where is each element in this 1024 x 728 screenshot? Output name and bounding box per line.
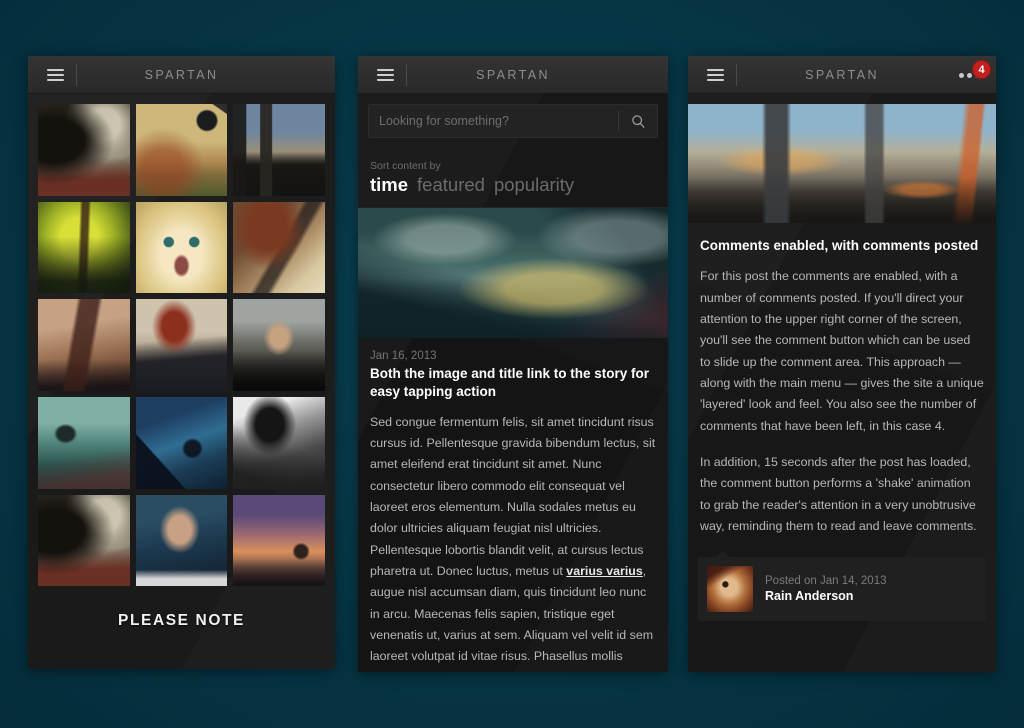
article-paragraph-2: In addition, 15 seconds after the post h… (700, 454, 977, 533)
sort-option-time[interactable]: time (370, 174, 408, 196)
redhead-warrior-girl-artwork (233, 201, 325, 294)
post-excerpt-part-1: Sed congue fermentum felis, sit amet tin… (370, 414, 656, 578)
article-panel: SPARTAN 4 Comments enabled, with comment… (688, 56, 996, 672)
author-card: Posted on Jan 14, 2013 Rain Anderson (698, 551, 986, 622)
article-body: Comments enabled, with comments posted F… (688, 223, 996, 537)
post-title-link[interactable]: Both the image and title link to the sto… (370, 365, 656, 401)
sort-label: Sort content by (370, 160, 441, 172)
avatar (707, 566, 753, 613)
sort-option-featured[interactable]: featured (417, 174, 485, 196)
post-hero-image[interactable] (358, 208, 668, 338)
feed-post: Jan 16, 2013 Both the image and title li… (358, 208, 668, 672)
post-excerpt-part-2: , augue nisl accumsan diam, quis tincidu… (370, 563, 654, 672)
sunset-shore-figure-artwork (233, 494, 325, 587)
article-hero-artwork (688, 104, 996, 223)
post-date: Jan 16, 2013 (370, 350, 437, 362)
gallery-thumbnail[interactable] (135, 299, 228, 392)
article-appbar: SPARTAN 4 (688, 56, 996, 94)
app-title: SPARTAN (476, 67, 550, 82)
post-excerpt: Sed congue fermentum felis, sit amet tin… (370, 412, 656, 672)
gallery-thumbnail[interactable] (233, 104, 325, 196)
appbar-divider (76, 63, 77, 86)
app-title: SPARTAN (144, 67, 219, 82)
black-white-portrait-artwork (233, 397, 325, 489)
hamburger-menu-icon[interactable] (366, 56, 404, 94)
gallery-thumbnail[interactable] (233, 201, 325, 294)
post-body: Jan 16, 2013 Both the image and title li… (358, 338, 668, 672)
gallery-thumbnail[interactable] (38, 104, 130, 196)
gallery-thumbnail[interactable] (233, 299, 325, 392)
autumn-field-robot-artwork (135, 104, 228, 196)
search-section (358, 94, 668, 138)
article-title: Comments enabled, with comments posted (700, 238, 979, 253)
app-title: SPARTAN (805, 67, 879, 82)
teal-landscape-runner-artwork (38, 397, 130, 489)
gallery-thumbnail[interactable] (135, 494, 228, 587)
gallery-appbar: SPARTAN (28, 56, 335, 94)
gallery-thumbnail[interactable] (38, 397, 130, 489)
gallery-thumbnail[interactable] (38, 494, 130, 587)
bridge-with-horse-artwork-2 (38, 494, 130, 587)
gallery-scroll-area[interactable]: PLEASE NOTE (28, 94, 335, 650)
search-magnifier-icon[interactable] (619, 104, 657, 138)
comment-count-badge: 4 (972, 59, 991, 79)
sort-options: time featured popularity (370, 174, 656, 196)
please-note-heading: PLEASE NOTE (118, 612, 245, 630)
search-box[interactable] (368, 104, 658, 138)
search-input[interactable] (369, 114, 618, 128)
warrior-woman-sword-artwork (38, 299, 130, 392)
feed-appbar: SPARTAN (358, 56, 668, 94)
article-paragraph-1: For this post the comments are enabled, … (700, 269, 984, 433)
bearded-man-helmet-artwork (233, 299, 325, 392)
bridge-with-horse-artwork (38, 104, 130, 196)
green-demon-artwork (38, 201, 130, 294)
appbar-divider (406, 63, 407, 86)
sort-control: Sort content by time featured popularity (358, 138, 668, 208)
author-meta: Posted on Jan 14, 2013 Rain Anderson (765, 575, 887, 603)
gallery-thumbnail[interactable] (38, 299, 130, 392)
post-date-label: Posted on Jan 14, 2013 (765, 575, 887, 588)
screen: SPARTAN PLEASE NOTE SPARTAN Looking for … (0, 0, 1024, 728)
smoking-skyline-artwork (233, 104, 325, 196)
hamburger-menu-icon[interactable] (36, 56, 74, 94)
appbar-divider (736, 63, 737, 86)
gallery-thumbnail[interactable] (135, 397, 228, 489)
blonde-girl-portrait-artwork (135, 201, 228, 294)
villain-portrait-artwork (135, 494, 228, 587)
red-haired-soldier-artwork (135, 299, 228, 392)
ellipsis-comments-icon[interactable]: 4 (957, 59, 991, 87)
article-text: For this post the comments are enabled, … (700, 266, 984, 537)
post-hero-artwork (358, 208, 668, 338)
thumbnail-grid (38, 104, 325, 587)
gallery-thumbnail[interactable] (233, 397, 325, 489)
article-hero-image[interactable] (688, 104, 996, 223)
sort-option-popularity[interactable]: popularity (494, 174, 574, 196)
inline-link-varius[interactable]: varius varius (566, 564, 642, 578)
gallery-thumbnail[interactable] (135, 201, 228, 294)
gallery-thumbnail[interactable] (38, 201, 130, 294)
gallery-panel: SPARTAN PLEASE NOTE (28, 56, 335, 669)
feed-panel: SPARTAN Sort content by time featured popu… (358, 56, 668, 672)
lion-avatar-artwork (707, 566, 753, 613)
gallery-thumbnail[interactable] (233, 494, 325, 587)
appbar-actions: 4 (957, 59, 991, 87)
hamburger-menu-icon[interactable] (696, 56, 734, 94)
gallery-thumbnail[interactable] (135, 104, 228, 196)
blue-falling-figure-artwork (135, 397, 228, 489)
author-name: Rain Anderson (765, 589, 854, 604)
